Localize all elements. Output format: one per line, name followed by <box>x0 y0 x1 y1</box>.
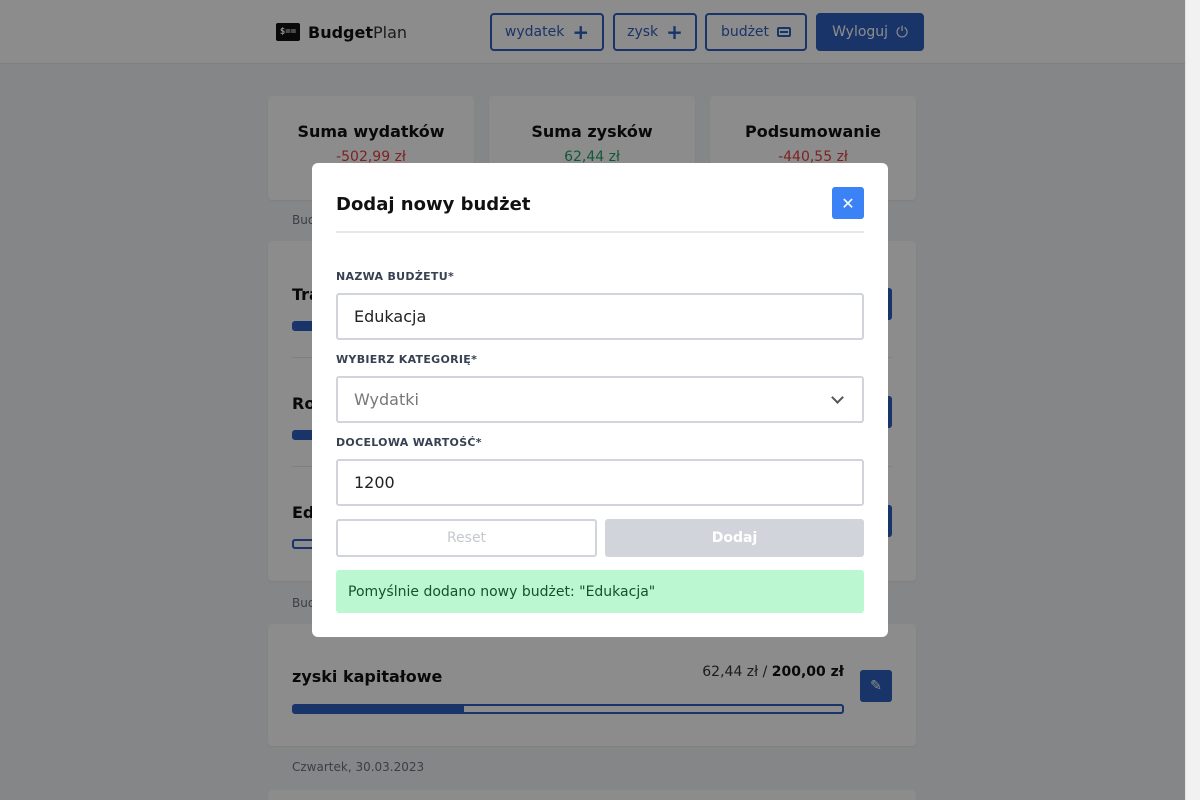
target-value-label: DOCELOWA WARTOŚĆ* <box>336 436 482 449</box>
chevron-down-icon <box>831 390 844 404</box>
page-scrollbar[interactable] <box>1185 0 1200 800</box>
reset-button[interactable]: Reset <box>336 519 597 557</box>
close-icon: ✕ <box>841 193 855 213</box>
budget-name-label: NAZWA BUDŻETU* <box>336 270 455 283</box>
category-select[interactable]: Wydatki <box>336 376 864 423</box>
budget-name-input[interactable]: Edukacja <box>336 293 864 340</box>
modal-divider <box>336 231 864 233</box>
close-modal-button[interactable]: ✕ <box>832 187 864 219</box>
target-value-input[interactable]: 1200 <box>336 459 864 506</box>
success-alert: Pomyślnie dodano nowy budżet: "Edukacja" <box>336 570 864 613</box>
add-budget-modal: Dodaj nowy budżet ✕ NAZWA BUDŻETU* Eduka… <box>312 163 888 637</box>
modal-title: Dodaj nowy budżet <box>336 194 531 215</box>
category-select-value: Wydatki <box>354 390 419 409</box>
category-label: WYBIERZ KATEGORIĘ* <box>336 353 478 366</box>
add-button[interactable]: Dodaj <box>605 519 864 557</box>
